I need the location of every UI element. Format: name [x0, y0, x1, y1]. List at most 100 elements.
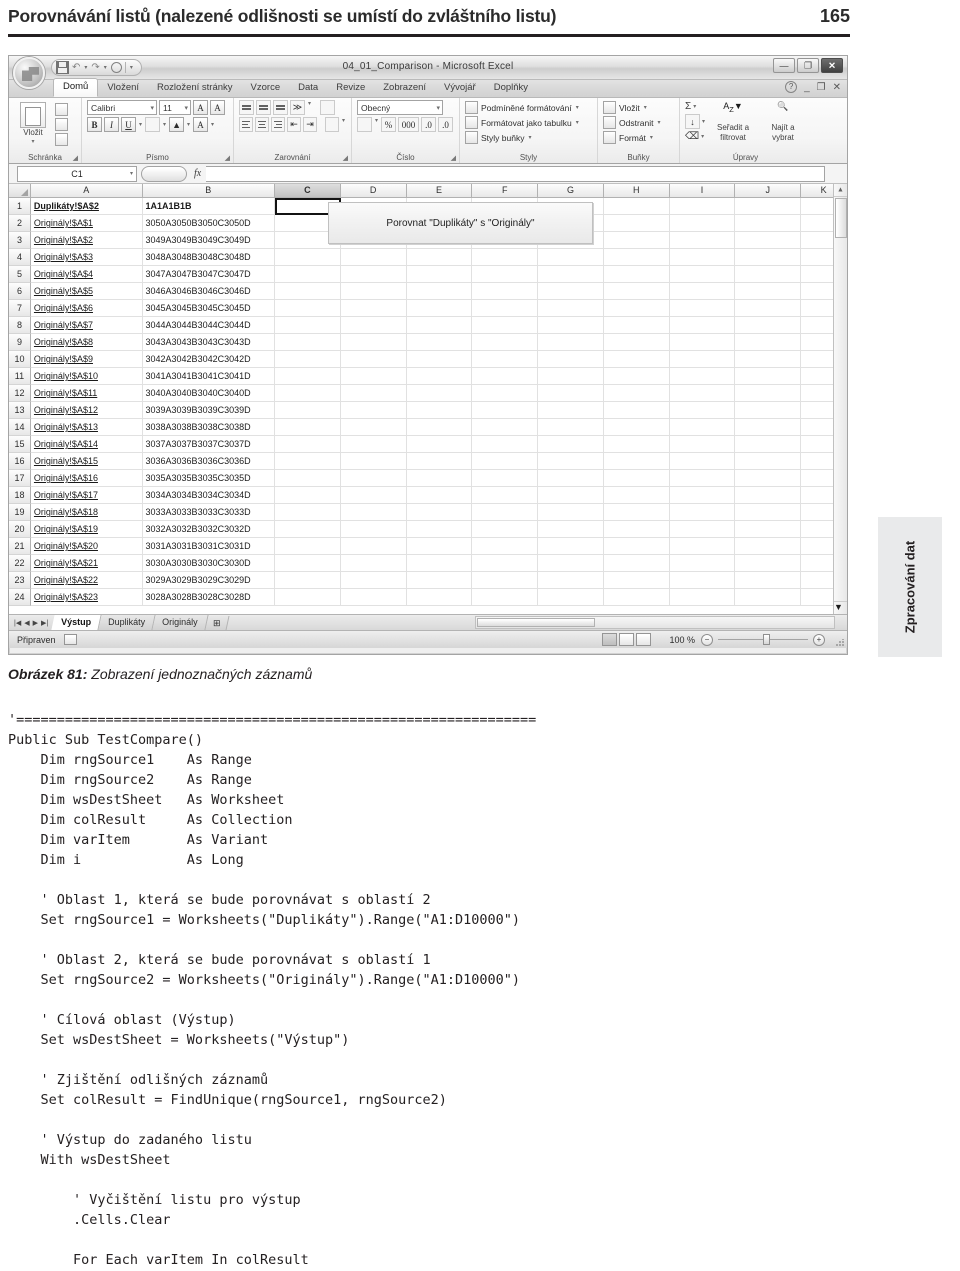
cell-col-a[interactable]: Originály!$A$5: [30, 283, 143, 300]
ribbon-close-icon[interactable]: ✕: [833, 82, 841, 93]
zoom-slider-track[interactable]: [718, 634, 808, 645]
cell-col-a[interactable]: Originály!$A$21: [30, 555, 143, 572]
cell-empty[interactable]: [472, 317, 539, 334]
tab-data[interactable]: Data: [289, 80, 327, 97]
cell-empty[interactable]: [669, 521, 736, 538]
cell-empty[interactable]: [340, 266, 407, 283]
cell-col-b[interactable]: 3049A3049B3049C3049D: [142, 232, 276, 249]
page-layout-view-button[interactable]: [619, 633, 634, 646]
cell-empty[interactable]: [406, 283, 473, 300]
cell-empty[interactable]: [735, 555, 802, 572]
cell-empty[interactable]: [669, 436, 736, 453]
cell-empty[interactable]: [406, 555, 473, 572]
row-header[interactable]: 7: [9, 300, 31, 317]
cell-empty[interactable]: [406, 300, 473, 317]
cell-empty[interactable]: [735, 351, 802, 368]
column-header-d[interactable]: D: [340, 184, 407, 197]
cell-empty[interactable]: [538, 470, 604, 487]
cell-col-a[interactable]: Originály!$A$9: [30, 351, 143, 368]
cell-col-b[interactable]: 3043A3043B3043C3043D: [142, 334, 276, 351]
help-icon[interactable]: ?: [785, 81, 798, 93]
cell-empty[interactable]: [538, 334, 604, 351]
cell-empty[interactable]: [472, 436, 539, 453]
cell-col-b[interactable]: 3029A3029B3029C3029D: [142, 572, 276, 589]
cell-empty[interactable]: [735, 249, 802, 266]
cell-empty[interactable]: [472, 402, 539, 419]
insert-cells-button[interactable]: Vložit ▾: [603, 101, 674, 114]
first-sheet-icon[interactable]: |◀: [14, 619, 21, 627]
wrap-text-icon[interactable]: [320, 100, 336, 115]
row-header[interactable]: 17: [9, 470, 31, 487]
autosum-button[interactable]: Σ ▾: [685, 101, 706, 112]
cell-empty[interactable]: [340, 368, 407, 385]
cell-col-b[interactable]: 3050A3050B3050C3050D: [142, 215, 276, 232]
tab-vzorce[interactable]: Vzorce: [242, 80, 290, 97]
resize-grip-icon[interactable]: [836, 639, 844, 647]
cell-empty[interactable]: [275, 538, 341, 555]
cell-empty[interactable]: [340, 317, 407, 334]
clipboard-dialog-launcher-icon[interactable]: ◢: [73, 154, 78, 162]
cell-empty[interactable]: [538, 351, 604, 368]
cell-empty[interactable]: [406, 317, 473, 334]
cell-col-b[interactable]: 3033A3033B3033C3033D: [142, 504, 276, 521]
cell-empty[interactable]: [603, 266, 670, 283]
sheet-tab-originaly[interactable]: Originály: [152, 615, 209, 630]
cell-empty[interactable]: [669, 300, 736, 317]
cell-empty[interactable]: [669, 334, 736, 351]
cell-empty[interactable]: [735, 368, 802, 385]
align-bottom-icon[interactable]: [273, 100, 288, 115]
cell-empty[interactable]: [275, 470, 341, 487]
merge-chevron-down-icon[interactable]: ▾: [341, 117, 346, 132]
cell-empty[interactable]: [603, 419, 670, 436]
cell-empty[interactable]: [472, 470, 539, 487]
cell-col-b[interactable]: 3040A3040B3040C3040D: [142, 385, 276, 402]
cell-empty[interactable]: [340, 351, 407, 368]
cell-styles-button[interactable]: Styly buňky ▾: [465, 131, 592, 144]
cell-empty[interactable]: [406, 572, 473, 589]
font-color-icon[interactable]: A: [193, 117, 209, 132]
cell-empty[interactable]: [472, 249, 539, 266]
horizontal-scroll-thumb[interactable]: [477, 618, 595, 627]
cell-col-a[interactable]: Originály!$A$19: [30, 521, 143, 538]
zoom-in-button[interactable]: +: [813, 633, 825, 646]
cell-empty[interactable]: [735, 215, 802, 232]
cell-empty[interactable]: [603, 402, 670, 419]
align-center-icon[interactable]: [255, 117, 269, 132]
cell-empty[interactable]: [472, 572, 539, 589]
cell-empty[interactable]: [340, 521, 407, 538]
cell-col-b[interactable]: 3039A3039B3039C3039D: [142, 402, 276, 419]
last-sheet-icon[interactable]: ▶|: [41, 619, 48, 627]
cell-empty[interactable]: [406, 266, 473, 283]
cell-empty[interactable]: [472, 334, 539, 351]
cell-col-b[interactable]: 3028A3028B3028C3028D: [142, 589, 276, 606]
cell-col-a[interactable]: Originály!$A$12: [30, 402, 143, 419]
insert-worksheet-button[interactable]: ⊞: [205, 615, 229, 630]
vertical-scrollbar[interactable]: ▲ ▼: [833, 184, 847, 614]
column-header-b[interactable]: B: [142, 184, 276, 197]
orientation-chevron-down-icon[interactable]: ▾: [307, 100, 312, 115]
cell-col-a[interactable]: Originály!$A$13: [30, 419, 143, 436]
cell-empty[interactable]: [472, 538, 539, 555]
cell-empty[interactable]: [340, 300, 407, 317]
cell-empty[interactable]: [735, 334, 802, 351]
macro-record-icon[interactable]: [63, 634, 77, 645]
cell-empty[interactable]: [669, 368, 736, 385]
row-header[interactable]: 2: [9, 215, 31, 232]
fill-color-icon[interactable]: ▲: [169, 117, 185, 132]
cell-col-a[interactable]: Originály!$A$20: [30, 538, 143, 555]
cell-empty[interactable]: [275, 368, 341, 385]
paste-dropdown-icon[interactable]: ▾: [14, 138, 52, 145]
cell-empty[interactable]: [406, 419, 473, 436]
cell-empty[interactable]: [735, 402, 802, 419]
cell-empty[interactable]: [538, 385, 604, 402]
cell-empty[interactable]: [669, 487, 736, 504]
cell-empty[interactable]: [472, 487, 539, 504]
align-middle-icon[interactable]: [256, 100, 271, 115]
cell-empty[interactable]: [735, 317, 802, 334]
cell-empty[interactable]: [735, 487, 802, 504]
cell-empty[interactable]: [603, 232, 670, 249]
cell-empty[interactable]: [669, 385, 736, 402]
percent-style-button[interactable]: %: [381, 117, 397, 132]
cell-empty[interactable]: [275, 453, 341, 470]
cell-empty[interactable]: [735, 283, 802, 300]
